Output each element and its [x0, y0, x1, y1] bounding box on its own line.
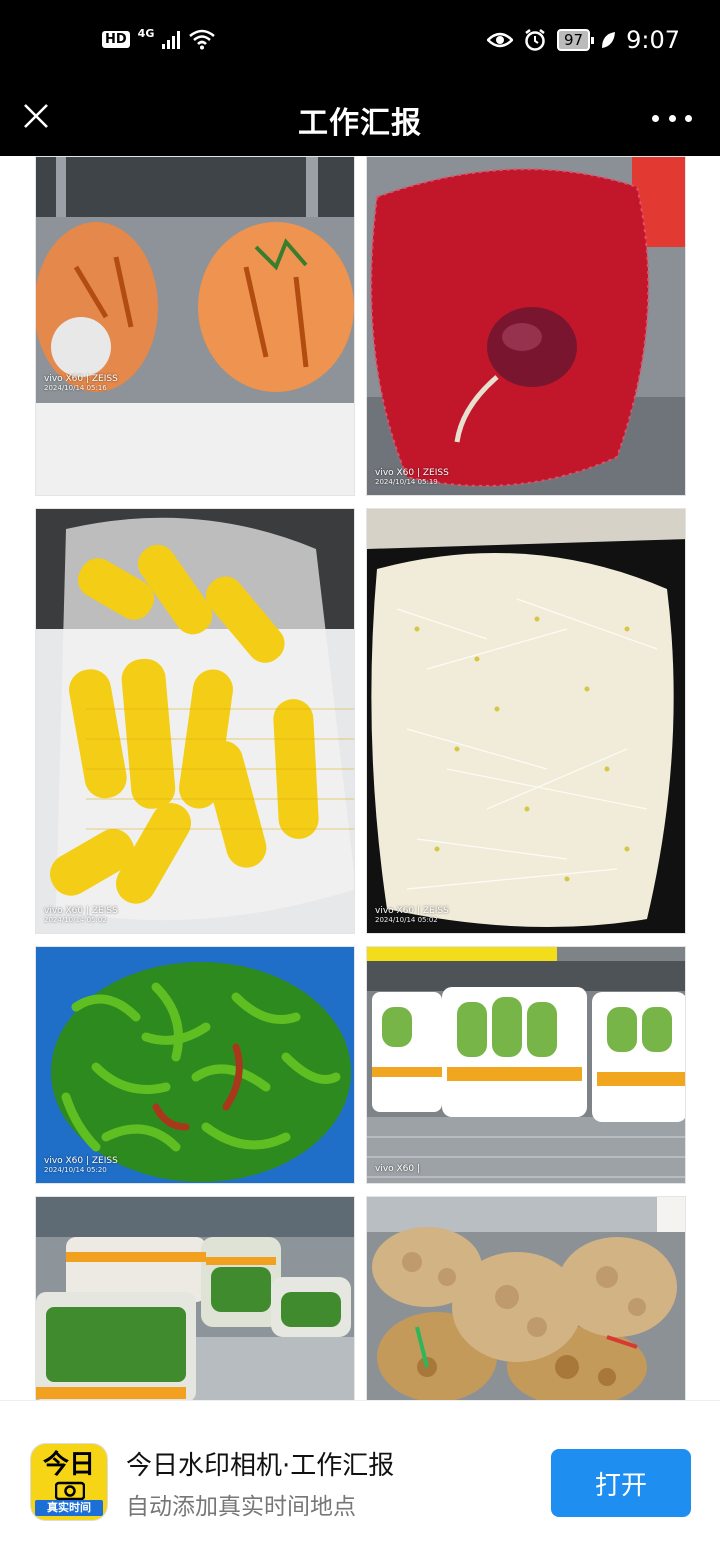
page-title: 工作汇报 — [298, 106, 422, 141]
photo-ginger[interactable] — [366, 1196, 686, 1400]
clock: 9:07 — [626, 26, 680, 54]
eye-icon — [487, 32, 513, 48]
watermark-date: 2024/10/14 05:16 — [44, 384, 107, 393]
watermark-date: 2024/10/14 05:02 — [44, 916, 107, 925]
network-type: 4G — [137, 26, 155, 40]
watermark-date: 2024/10/14 05:02 — [375, 916, 438, 925]
photo-bagged-greens[interactable] — [35, 1196, 355, 1400]
photo-onions[interactable]: vivo X60 | ZEISS 2024/10/14 05:19 — [366, 156, 686, 496]
app-icon[interactable]: 今日 真实时间 — [30, 1443, 108, 1521]
title-bar: 工作汇报 — [0, 84, 720, 156]
signal-icon — [162, 29, 181, 49]
photo-green-peppers[interactable]: vivo X60 | ZEISS 2024/10/14 05:20 — [35, 946, 355, 1184]
photo-bean-sprouts[interactable]: vivo X60 | ZEISS 2024/10/14 05:02 — [366, 508, 686, 934]
battery-indicator: 97 — [557, 29, 595, 51]
status-bar: HD 4G 97 9:07 — [0, 0, 720, 84]
alarm-icon — [525, 29, 545, 51]
more-icon — [652, 114, 659, 122]
leaf-icon — [602, 32, 616, 48]
camera-icon — [55, 1481, 85, 1500]
watermark-date: 2024/10/14 05:19 — [375, 478, 438, 487]
app-name: 今日水印相机·工作汇报 — [126, 1451, 395, 1481]
status-right: 97 9:07 — [487, 26, 680, 54]
app-promo-banner: 今日 真实时间 今日水印相机·工作汇报 自动添加真实时间地点 打开 — [0, 1400, 720, 1561]
watermark-brand: vivo X60 | — [375, 1164, 421, 1175]
app-icon-text: 今日 — [42, 1450, 95, 1480]
watermark-date: 2024/10/14 05:20 — [44, 1166, 107, 1175]
wifi-icon — [189, 29, 216, 50]
hd-badge: HD — [102, 30, 130, 48]
photo-corn[interactable]: vivo X60 | ZEISS 2024/10/14 05:02 — [35, 508, 355, 934]
more-button[interactable] — [652, 98, 692, 138]
open-app-button[interactable]: 打开 — [551, 1449, 691, 1517]
app-icon-tag: 真实时间 — [35, 1500, 103, 1516]
photo-bok-choy[interactable]: vivo X60 | — [366, 946, 686, 1184]
photo-gallery[interactable]: vivo X60 | ZEISS 2024/10/14 05:16 vivo X… — [0, 156, 720, 1400]
photo-carrots[interactable]: vivo X60 | ZEISS 2024/10/14 05:16 — [35, 156, 355, 496]
status-left: HD 4G — [102, 26, 216, 50]
app-description: 自动添加真实时间地点 — [126, 1494, 356, 1520]
